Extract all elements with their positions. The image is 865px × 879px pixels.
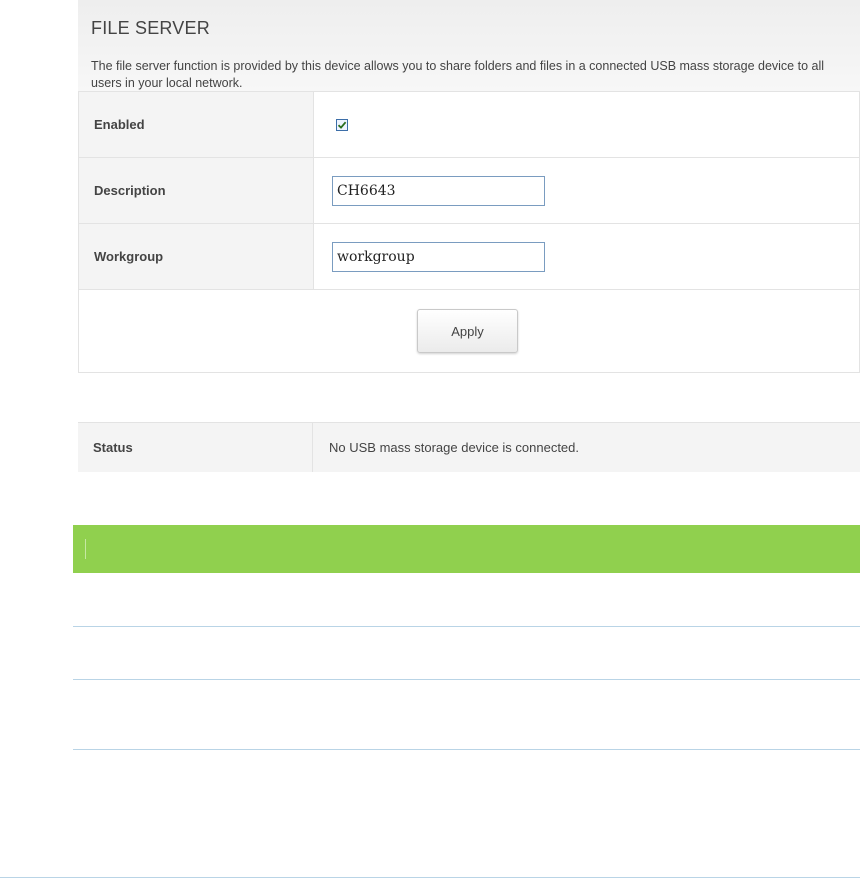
checkmark-icon: [337, 121, 347, 129]
green-section-bar: [73, 525, 860, 573]
bottom-divider-line: [0, 877, 860, 878]
divider-line: [73, 679, 860, 680]
enabled-label: Enabled: [79, 92, 314, 157]
description-input[interactable]: [332, 175, 545, 206]
status-label: Status: [78, 423, 313, 472]
description-label: Description: [79, 158, 314, 223]
page-description: The file server function is provided by …: [91, 59, 825, 90]
workgroup-row: Workgroup: [79, 223, 859, 289]
page-title: FILE SERVER: [91, 18, 210, 38]
status-row: Status No USB mass storage device is con…: [78, 422, 860, 472]
file-server-panel: FILE SERVER The file server function is …: [78, 0, 860, 373]
divider-line: [73, 626, 860, 627]
description-row: Description: [79, 157, 859, 223]
bar-divider: [85, 539, 86, 559]
settings-table: Enabled Description Workgroup Apply: [78, 91, 860, 373]
workgroup-label: Workgroup: [79, 224, 314, 289]
enabled-row: Enabled: [79, 91, 859, 157]
workgroup-input[interactable]: [332, 241, 545, 272]
panel-header: FILE SERVER The file server function is …: [78, 0, 860, 91]
divider-line: [73, 749, 860, 750]
apply-button[interactable]: Apply: [417, 309, 518, 353]
status-value: No USB mass storage device is connected.: [313, 423, 860, 472]
enabled-checkbox[interactable]: [336, 118, 348, 131]
apply-row: Apply: [79, 289, 859, 372]
